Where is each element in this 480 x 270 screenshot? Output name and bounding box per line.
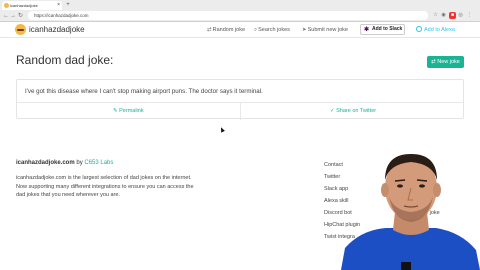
bookmark-star-icon[interactable]: ☆ <box>432 12 439 19</box>
site-header: icanhazdadjoke ⇄Random joke ⌕Search joke… <box>0 22 480 38</box>
shuffle-icon: ⇄ <box>207 27 212 33</box>
logo-icon[interactable] <box>15 24 26 35</box>
new-joke-button[interactable]: ⇄ New joke <box>427 56 464 68</box>
nav-search-jokes[interactable]: ⌕Search jokes <box>254 23 290 37</box>
add-to-slack-button[interactable]: ✱ Add to Slack <box>360 24 405 35</box>
footer-title: icanhazdadjoke.com by C653 Labs <box>16 160 114 166</box>
footer-site-name[interactable]: icanhazdadjoke.com <box>16 160 75 166</box>
divider <box>240 103 241 120</box>
nav-submit-joke[interactable]: ➤Submit new joke <box>302 23 348 37</box>
tab-title: icanhazdadjoke <box>10 3 38 8</box>
forward-icon[interactable]: → <box>10 11 16 21</box>
menu-icon[interactable]: ⋮ <box>466 12 473 19</box>
account-icon[interactable]: ◉ <box>440 12 447 19</box>
reload-icon[interactable]: ↻ <box>18 11 23 21</box>
footer-link-twitter[interactable]: Twitter <box>324 174 340 180</box>
browser-chrome: icanhazdadjoke × + ← → ↻ https://icanhaz… <box>0 0 480 22</box>
add-to-alexa-link[interactable]: Add to Alexa <box>416 23 455 37</box>
mouse-cursor <box>219 126 225 133</box>
extension-icon[interactable]: ◎ <box>457 12 464 19</box>
share-twitter-link[interactable]: ✓ Share on Twitter <box>330 103 376 120</box>
url-text: https://icanhazdadjoke.com <box>34 13 89 18</box>
search-icon: ⌕ <box>254 27 258 33</box>
close-tab-icon[interactable]: × <box>57 1 60 10</box>
browser-tab[interactable]: icanhazdadjoke × <box>2 1 62 10</box>
joke-card: I've got this disease where I can't stop… <box>16 79 464 120</box>
back-icon[interactable]: ← <box>3 11 9 21</box>
joke-text: I've got this disease where I can't stop… <box>25 88 263 95</box>
favicon-icon <box>4 3 9 8</box>
permalink-link[interactable]: ✎ Permalink <box>113 103 144 120</box>
nav-random-joke[interactable]: ⇄Random joke <box>207 23 245 37</box>
new-tab-button[interactable]: + <box>64 1 72 9</box>
twitter-icon: ✓ <box>330 108 335 114</box>
address-bar[interactable]: https://icanhazdadjoke.com <box>28 11 428 20</box>
footer-description: icanhazdadjoke.com is the largest select… <box>16 175 194 199</box>
joke-card-footer: ✎ Permalink ✓ Share on Twitter <box>17 102 463 120</box>
footer-lab-link[interactable]: C653 Labs <box>84 160 113 166</box>
slack-icon: ✱ <box>364 27 370 33</box>
send-icon: ➤ <box>302 27 307 33</box>
alexa-icon <box>416 26 422 32</box>
webcam-overlay <box>341 154 480 270</box>
extension-icon[interactable]: ■ <box>449 12 456 19</box>
brand-name[interactable]: icanhazdadjoke <box>29 23 85 37</box>
link-icon: ✎ <box>113 108 118 114</box>
refresh-icon: ⇄ <box>431 59 436 65</box>
page-title: Random dad joke: <box>16 53 114 67</box>
